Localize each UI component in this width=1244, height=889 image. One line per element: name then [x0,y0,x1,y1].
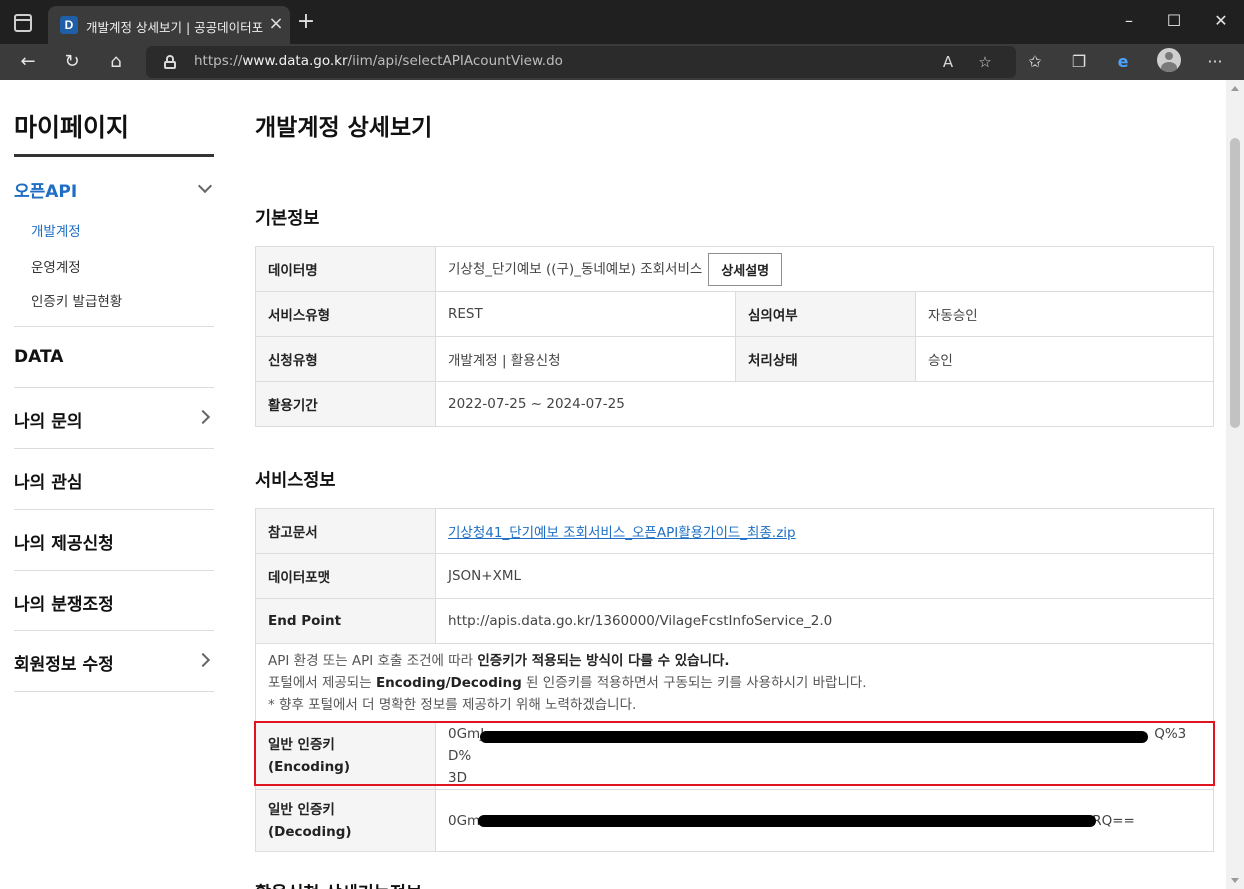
data-name-value: 기상청_단기예보 ((구)_동네예보) 조회서비스 [448,261,703,277]
notice-line-3: * 향후 포털에서 더 명확한 정보를 제공하기 위해 노력하겠습니다. [268,697,637,713]
data-name-label: 데이터명 [255,246,436,292]
sidebar-item-my-interest[interactable]: 나의 관심 [14,468,214,493]
decoding-key-label: 일반 인증키 (Decoding) [255,789,436,852]
ref-doc-label: 참고문서 [255,508,436,554]
decoding-key-start: 0Gm [448,812,481,829]
back-icon[interactable]: ← [14,48,42,76]
address-bar[interactable]: https://www.data.go.kr/iim/api/selectAPI… [146,46,1016,78]
tab-title: 개발계정 상세보기 | 공공데이터포털 [86,20,264,35]
browser-titlebar: D 개발계정 상세보기 | 공공데이터포털 × + – ☐ ✕ [0,0,1244,44]
sidebar-item-open-api[interactable]: 오픈API [14,177,214,202]
encoding-key-cell[interactable]: 0GmJ Q%3D% 3D [435,722,1214,790]
profile-icon[interactable] [1157,48,1181,72]
more-icon[interactable]: ··· [1201,48,1229,76]
key-notice: API 환경 또는 API 호출 조건에 따라 인증키가 적용되는 방식이 다를… [255,643,1214,723]
review-value: 자동승인 [915,291,1214,337]
sidebar-item-my-provision[interactable]: 나의 제공신청 [14,529,214,554]
sidebar-title: 마이페이지 [14,113,130,142]
home-icon[interactable]: ⌂ [102,48,130,76]
apply-type-value: 개발계정 | 활용신청 [435,336,736,382]
collections-icon[interactable]: ❐ [1065,48,1093,76]
format-label: 데이터포맷 [255,553,436,599]
page-title: 개발계정 상세보기 [255,115,433,141]
url-text[interactable]: https://www.data.go.kr/iim/api/selectAPI… [194,53,563,69]
sidebar-item-my-inquiry[interactable]: 나의 문의 [14,407,214,432]
ref-doc-cell: 기상청41_단기예보 조회서비스_오픈API활용가이드_최종.zip [435,508,1214,554]
plus-icon[interactable]: + [294,10,318,34]
format-value: JSON+XML [435,553,1214,599]
period-value: 2022-07-25 ~ 2024-07-25 [435,381,1214,427]
scrollbar-thumb[interactable] [1230,138,1240,428]
notice-line-1: API 환경 또는 API 호출 조건에 따라 인증키가 적용되는 방식이 다를… [268,653,730,669]
maximize-icon[interactable]: ☐ [1159,8,1189,34]
sidebar-divider [14,630,214,631]
section-heading-basic: 기본정보 [255,209,320,229]
favorite-add-icon[interactable]: ☆ [973,50,997,74]
encoding-key-value[interactable]: 0GmJ Q%3D% 3D [448,723,1201,789]
page-scrollbar[interactable] [1226,80,1244,889]
encoding-key-label: 일반 인증키 (Encoding) [255,722,436,790]
tab-actions-icon[interactable] [14,14,32,32]
favicon-icon: D [60,16,78,34]
sidebar-divider [14,570,214,571]
decoding-key-cell[interactable]: 0Gm RQ== [435,789,1214,852]
read-aloud-icon[interactable]: A [936,50,960,74]
status-value: 승인 [915,336,1214,382]
status-label: 처리상태 [735,336,916,382]
sidebar-item-data[interactable]: DATA [14,347,214,367]
minimize-icon[interactable]: – [1114,8,1144,34]
refresh-icon[interactable]: ↻ [58,48,86,76]
page-viewport: 마이페이지 오픈API 개발계정 운영계정 인증키 발급현황 DATA 나의 문… [0,80,1244,889]
section-heading-feature: 활용신청 상세기능정보 [255,880,422,889]
sidebar-item-member-edit[interactable]: 회원정보 수정 [14,650,214,675]
favorites-icon[interactable]: ✩ [1021,48,1049,76]
basic-info-table: 데이터명 기상청_단기예보 ((구)_동네예보) 조회서비스 상세설명 서비스유형… [255,246,1214,427]
browser-toolbar: ← ↻ ⌂ https://www.data.go.kr/iim/api/sel… [0,44,1244,80]
edge-icon[interactable]: e [1109,48,1137,76]
ref-doc-link[interactable]: 기상청41_단기예보 조회서비스_오픈API활용가이드_최종.zip [448,525,796,541]
sidebar-sub-dev-account[interactable]: 개발계정 [31,220,81,240]
section-heading-service: 서비스정보 [255,471,336,491]
sidebar-item-my-dispute[interactable]: 나의 분쟁조정 [14,590,214,615]
detail-button[interactable]: 상세설명 [708,252,783,286]
sidebar-divider [14,691,214,692]
encoding-key-start: 0GmJ [448,726,485,742]
service-type-label: 서비스유형 [255,291,436,337]
endpoint-value: http://apis.data.go.kr/1360000/VilageFcs… [435,598,1214,644]
sidebar-divider [14,154,214,157]
endpoint-label: End Point [255,598,436,644]
close-icon[interactable]: × [266,14,286,34]
scroll-down-icon[interactable] [1231,878,1239,883]
redaction-mark [480,731,1148,743]
decoding-key-end: RQ== [1092,812,1135,829]
sidebar-sub-ops-account[interactable]: 운영계정 [31,256,81,276]
browser-tab[interactable]: D 개발계정 상세보기 | 공공데이터포털 × [48,6,290,44]
service-type-value: REST [435,291,736,337]
sidebar-divider [14,448,214,449]
sidebar-divider [14,326,214,327]
encoding-key-line2: 3D [448,770,467,786]
data-name-cell: 기상청_단기예보 ((구)_동네예보) 조회서비스 상세설명 [435,246,1214,292]
notice-line-2: 포털에서 제공되는 Encoding/Decoding 된 인증키를 적용하면서… [268,675,867,691]
period-label: 활용기간 [255,381,436,427]
service-info-table: 참고문서 기상청41_단기예보 조회서비스_오픈API활용가이드_최종.zip … [255,508,1214,852]
redaction-mark [478,814,1096,827]
sidebar-divider [14,509,214,510]
decoding-key-value[interactable]: 0Gm RQ== [448,810,1201,832]
review-label: 심의여부 [735,291,916,337]
scroll-up-icon[interactable] [1231,86,1239,91]
sidebar-divider [14,387,214,388]
close-window-icon[interactable]: ✕ [1206,8,1236,34]
apply-type-label: 신청유형 [255,336,436,382]
sidebar-sub-key-status[interactable]: 인증키 발급현황 [31,290,122,310]
lock-icon[interactable] [164,55,176,69]
